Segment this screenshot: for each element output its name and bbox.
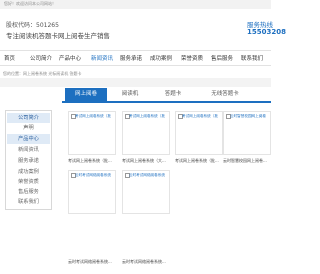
nav-item-contact[interactable]: 联系我们 bbox=[241, 54, 263, 62]
product-image-alt: 考试网上阅卷系统（批 bbox=[75, 114, 111, 118]
sidebar-item-contact[interactable]: 联系我们 bbox=[7, 197, 50, 207]
sidebar-menu: 公司简介 声明 产品中心 新闻资讯 服务承诺 成功案例 荣誉资质 售后服务 联系… bbox=[5, 110, 52, 210]
sidebar-item-honors[interactable]: 荣誉资质 bbox=[7, 177, 50, 187]
product-caption[interactable]: 云时考试网络阅卷系统... bbox=[122, 259, 170, 265]
product-image-alt: 云时考试网络阅卷系统 bbox=[75, 173, 111, 177]
product-image-alt: 考试网上阅卷系统（批 bbox=[129, 114, 165, 118]
product-image[interactable]: 云时考试网络阅卷系统 bbox=[122, 170, 170, 214]
product-card[interactable]: 云时智慧校园网上阅卷 云时智慧校园网上阅卷... bbox=[223, 111, 271, 164]
breadcrumb: 您的位置：网上阅卷系统 光标阅读机 答题卡 bbox=[3, 71, 82, 76]
sidebar-item-cases[interactable]: 成功案例 bbox=[7, 167, 50, 177]
nav-item-products[interactable]: 产品中心 bbox=[59, 54, 81, 62]
banner-strip bbox=[0, 78, 271, 87]
product-image-alt: 考试网上阅卷系统（批 bbox=[182, 114, 218, 118]
product-card[interactable]: 考试网上阅卷系统（批 考试网上阅卷系统（大... bbox=[122, 111, 170, 164]
product-image[interactable]: 考试网上阅卷系统（批 bbox=[122, 111, 170, 155]
product-card[interactable]: 考试网上阅卷系统（批 考试网上阅卷系统（批... bbox=[175, 111, 223, 164]
product-caption[interactable]: 考试网上阅卷系统（批... bbox=[68, 158, 116, 164]
sidebar-item-aftersales[interactable]: 售后服务 bbox=[7, 187, 50, 197]
nav-item-honors[interactable]: 荣誉资质 bbox=[181, 54, 203, 62]
tab-wireless-sheet[interactable]: 无线答题卡 bbox=[202, 88, 248, 101]
sidebar-item-service[interactable]: 服务承诺 bbox=[7, 156, 50, 166]
product-tabs: 网上阅卷 阅读机 答题卡 无线答题卡 bbox=[62, 88, 271, 103]
top-bar: 您好！欢迎访问本公司网站！ bbox=[0, 0, 271, 9]
nav-item-about[interactable]: 公司简介 bbox=[30, 54, 52, 62]
sidebar-item-about[interactable]: 公司简介 bbox=[7, 113, 50, 123]
tab-online-marking[interactable]: 网上阅卷 bbox=[65, 88, 107, 101]
tab-answer-sheet[interactable]: 答题卡 bbox=[152, 88, 194, 101]
product-image[interactable]: 云时考试网络阅卷系统 bbox=[68, 170, 116, 214]
hotline-number: 15503208 bbox=[247, 28, 286, 36]
product-card[interactable]: 云时考试网络阅卷系统 云时考试网络阅卷系统... bbox=[68, 170, 116, 265]
tab-reader[interactable]: 阅读机 bbox=[112, 88, 148, 101]
product-image-alt: 云时考试网络阅卷系统 bbox=[129, 173, 165, 177]
product-image-alt: 云时智慧校园网上阅卷 bbox=[230, 114, 266, 118]
product-caption[interactable]: 考试网上阅卷系统（批... bbox=[175, 158, 223, 164]
stock-code: 股权代码：501265 bbox=[6, 22, 59, 29]
nav-item-home[interactable]: 首页 bbox=[4, 54, 15, 62]
main-nav: 首页 公司简介 产品中心 新闻资讯 服务承诺 成功案例 荣誉资质 售后服务 联系… bbox=[0, 50, 271, 66]
sidebar-item-products[interactable]: 产品中心 bbox=[7, 134, 50, 144]
product-image[interactable]: 考试网上阅卷系统（批 bbox=[175, 111, 223, 155]
nav-item-news[interactable]: 新闻资讯 bbox=[91, 54, 113, 62]
company-slogan: 专注阅读机答题卡网上阅卷生产销售 bbox=[6, 32, 110, 40]
product-card[interactable]: 考试网上阅卷系统（批 考试网上阅卷系统（批... bbox=[68, 111, 116, 164]
product-image[interactable]: 云时智慧校园网上阅卷 bbox=[223, 111, 271, 155]
product-caption[interactable]: 考试网上阅卷系统（大... bbox=[122, 158, 170, 164]
product-caption[interactable]: 云时智慧校园网上阅卷... bbox=[223, 158, 271, 164]
product-image[interactable]: 考试网上阅卷系统（批 bbox=[68, 111, 116, 155]
nav-item-service[interactable]: 服务承诺 bbox=[120, 54, 142, 62]
welcome-text: 您好！欢迎访问本公司网站！ bbox=[4, 1, 56, 6]
sidebar-item-statement[interactable]: 声明 bbox=[7, 123, 50, 133]
nav-item-cases[interactable]: 成功案例 bbox=[150, 54, 172, 62]
product-caption[interactable]: 云时考试网络阅卷系统... bbox=[68, 259, 116, 265]
product-card[interactable]: 云时考试网络阅卷系统 云时考试网络阅卷系统... bbox=[122, 170, 170, 265]
sidebar-item-news[interactable]: 新闻资讯 bbox=[7, 145, 50, 155]
nav-item-aftersales[interactable]: 售后服务 bbox=[211, 54, 233, 62]
